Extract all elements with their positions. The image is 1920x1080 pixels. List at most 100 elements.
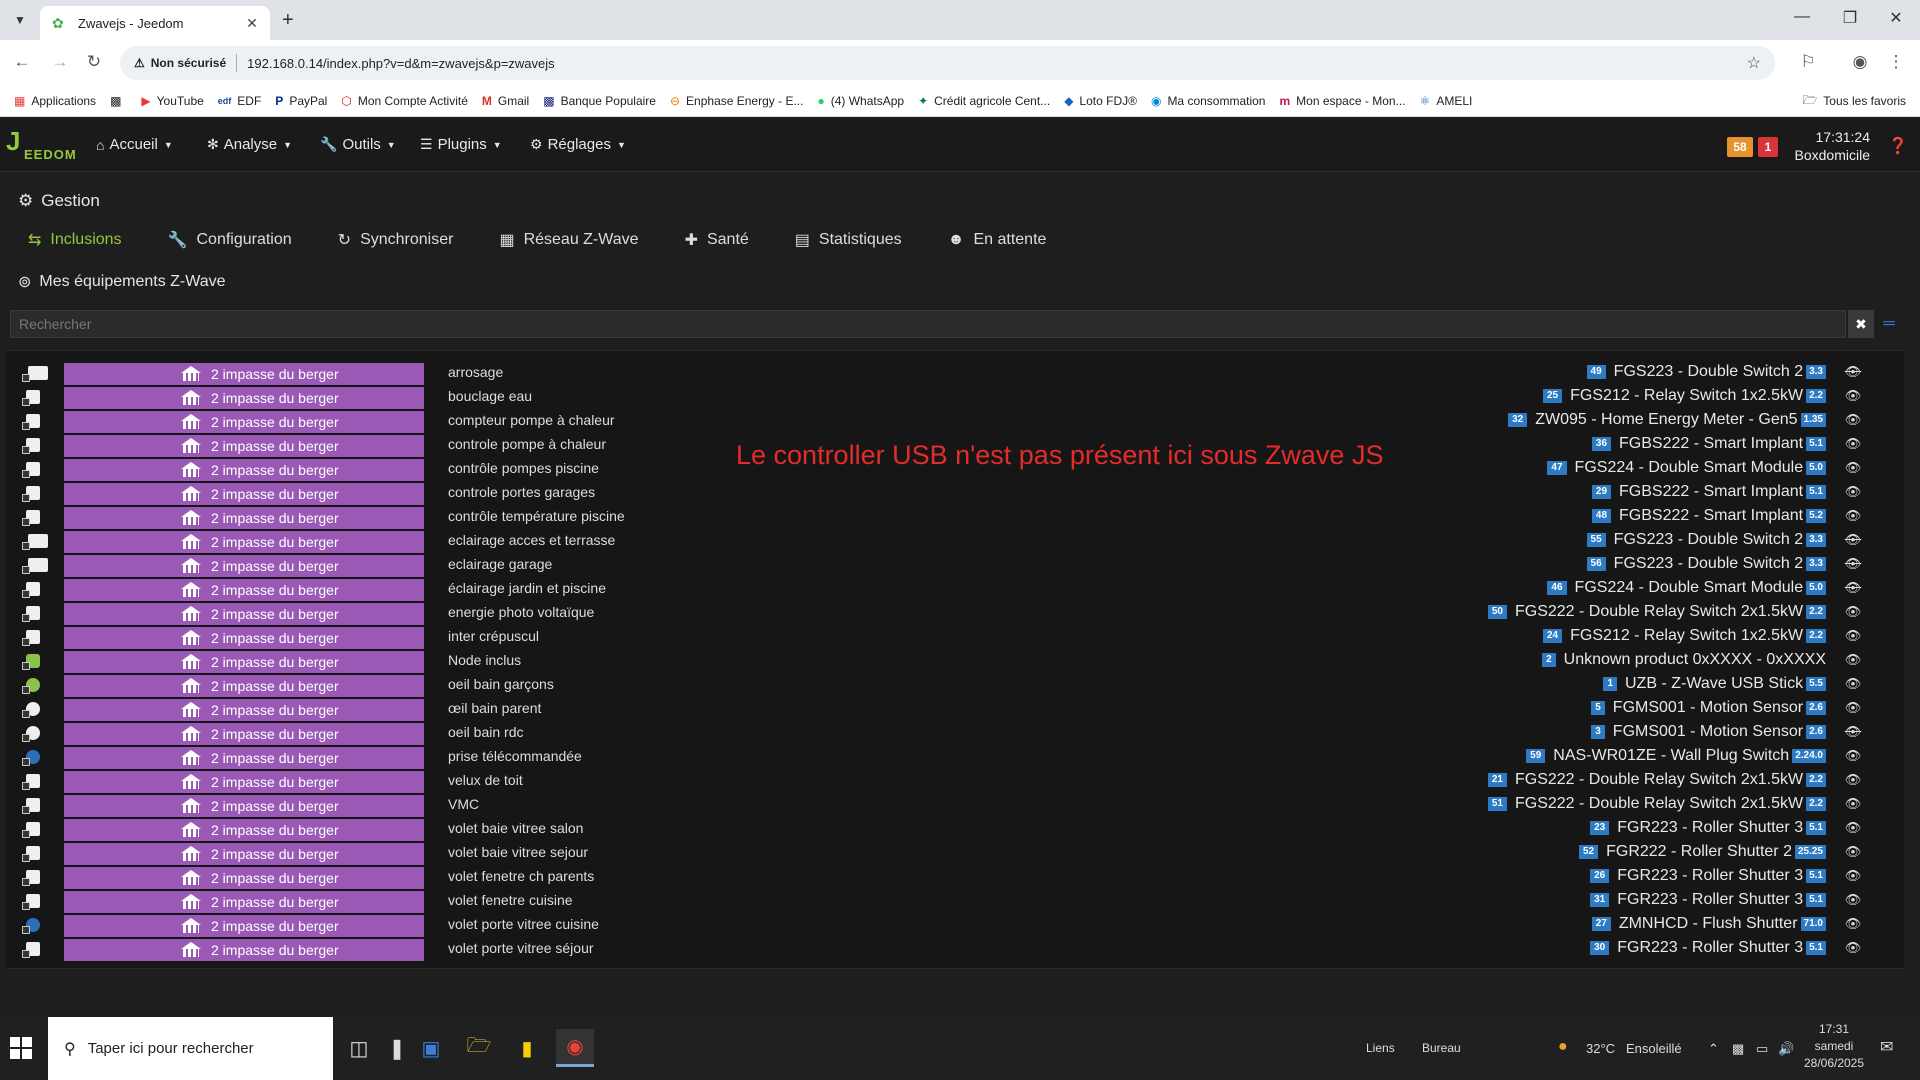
sticky-notes-icon[interactable]: ▮ [508, 1029, 546, 1067]
object-label[interactable]: 2 impasse du berger [64, 411, 424, 433]
device-row[interactable]: 2 impasse du berger VMC 51 FGS222 - Double … [6, 794, 1904, 818]
bookmark-banque-populaire[interactable]: ▩ Banque Populaire [543, 94, 656, 108]
bookmark-activity[interactable]: ⬡ Mon Compte Activité [341, 94, 468, 108]
object-label[interactable]: 2 impasse du berger [64, 651, 424, 673]
profile-avatar[interactable]: ◉ [1848, 50, 1872, 74]
device-row[interactable]: 2 impasse du berger compteur pompe à chal… [6, 410, 1904, 434]
device-row[interactable]: 2 impasse du berger volet fenetre cuisine… [6, 890, 1904, 914]
object-label[interactable]: 2 impasse du berger [64, 723, 424, 745]
device-row[interactable]: 2 impasse du berger arrosage 49 FGS223 - Do… [6, 362, 1904, 386]
eye-icon[interactable]: 👁 [1844, 604, 1862, 620]
display-icon[interactable]: ▭ [1756, 1041, 1768, 1057]
device-row[interactable]: 2 impasse du berger œil bain parent 5 FGMS0… [6, 698, 1904, 722]
eye-slash-icon[interactable]: 👁 [1844, 364, 1862, 380]
taskbar-links[interactable]: Liens [1366, 1041, 1395, 1055]
object-label[interactable]: 2 impasse du berger [64, 627, 424, 649]
menu-reglages[interactable]: ⚙ Réglages ▼ [530, 136, 626, 153]
eye-slash-icon[interactable]: 👁 [1844, 532, 1862, 548]
forward-icon[interactable]: → [48, 50, 72, 74]
tab-sante[interactable]: ✚ Santé [685, 230, 749, 250]
weather-text[interactable]: Ensoleillé [1626, 1041, 1682, 1056]
eye-icon[interactable]: 👁 [1844, 508, 1862, 524]
eye-icon[interactable]: 👁 [1844, 916, 1862, 932]
message-count-badge[interactable]: 58 [1727, 137, 1753, 157]
eye-icon[interactable]: 👁 [1844, 388, 1862, 404]
bookmark-credit-agricole[interactable]: ✦ Crédit agricole Cent... [918, 94, 1050, 108]
device-row[interactable]: 2 impasse du berger volet baie vitree sej… [6, 842, 1904, 866]
jeedom-logo[interactable]: J EEDOM [6, 126, 76, 164]
object-label[interactable]: 2 impasse du berger [64, 843, 424, 865]
device-row[interactable]: 2 impasse du berger volet baie vitree sal… [6, 818, 1904, 842]
security-label[interactable]: Non sécurisé [151, 56, 226, 70]
device-row[interactable]: 2 impasse du berger energie photo voltaïq… [6, 602, 1904, 626]
bookmark-star-icon[interactable]: ☆ [1747, 53, 1761, 73]
bookmark-edf[interactable]: edf EDF [218, 94, 262, 108]
device-name[interactable]: eclairage acces et terrasse [448, 532, 615, 548]
device-name[interactable]: éclairage jardin et piscine [448, 580, 606, 596]
eye-icon[interactable]: 👁 [1844, 412, 1862, 428]
tab-statistiques[interactable]: ▤ Statistiques [795, 230, 902, 250]
bookmark-enphase[interactable]: ⊖ Enphase Energy - E... [670, 94, 803, 108]
search-input[interactable] [11, 311, 1845, 337]
eye-icon[interactable]: 👁 [1844, 700, 1862, 716]
device-row[interactable]: 2 impasse du berger inter crépuscul 24 FGS2… [6, 626, 1904, 650]
eye-icon[interactable]: 👁 [1844, 460, 1862, 476]
eye-icon[interactable]: 👁 [1844, 772, 1862, 788]
device-name[interactable]: controle pompe à chaleur [448, 436, 606, 452]
reload-icon[interactable]: ↻ [82, 50, 106, 74]
tab-reseau[interactable]: ▦ Réseau Z-Wave [499, 230, 638, 250]
clear-search-icon[interactable]: ✖ [1848, 310, 1874, 338]
task-view-icon[interactable]: ◫ [340, 1029, 378, 1067]
chrome-menu-icon[interactable]: ⋮ [1884, 50, 1908, 74]
object-label[interactable]: 2 impasse du berger [64, 939, 424, 961]
restore-icon[interactable]: ❐ [1830, 8, 1870, 28]
device-row[interactable]: 2 impasse du berger velux de toit 21 FGS222… [6, 770, 1904, 794]
menu-plugins[interactable]: ☰ Plugins ▼ [420, 136, 502, 153]
device-name[interactable]: VMC [448, 796, 479, 812]
object-label[interactable]: 2 impasse du berger [64, 579, 424, 601]
object-label[interactable]: 2 impasse du berger [64, 867, 424, 889]
all-favorites[interactable]: 🗁 Tous les favoris [1802, 91, 1906, 112]
app-icon[interactable]: ▣ [412, 1029, 450, 1067]
eye-icon[interactable]: 👁 [1844, 796, 1862, 812]
object-label[interactable]: 2 impasse du berger [64, 819, 424, 841]
url-text[interactable]: 192.168.0.14/index.php?v=d&m=zwavejs&p=z… [247, 56, 555, 71]
bookmark-fdj[interactable]: ◆ Loto FDJ® [1064, 94, 1137, 108]
device-row[interactable]: 2 impasse du berger éclairage jardin et p… [6, 578, 1904, 602]
eye-slash-icon[interactable]: 👁 [1844, 580, 1862, 596]
device-name[interactable]: bouclage eau [448, 388, 532, 404]
close-window-icon[interactable]: ✕ [1876, 8, 1916, 28]
device-name[interactable]: prise télécommandée [448, 748, 582, 764]
eye-icon[interactable]: 👁 [1844, 820, 1862, 836]
display-toggle-icon[interactable]: ═ [1876, 310, 1902, 338]
device-name[interactable]: oeil bain rdc [448, 724, 524, 740]
tab-synchroniser[interactable]: ↻ Synchroniser [338, 230, 454, 250]
eye-icon[interactable]: 👁 [1844, 628, 1862, 644]
eye-icon[interactable]: 👁 [1844, 748, 1862, 764]
object-label[interactable]: 2 impasse du berger [64, 891, 424, 913]
device-row[interactable]: 2 impasse du berger bouclage eau 25 FGS212 … [6, 386, 1904, 410]
device-row[interactable]: 2 impasse du berger volet fenetre ch pare… [6, 866, 1904, 890]
temperature[interactable]: 32°C [1586, 1041, 1615, 1056]
eye-icon[interactable]: 👁 [1844, 844, 1862, 860]
device-name[interactable]: contrôle température piscine [448, 508, 625, 524]
network-icon[interactable]: ▩ [1732, 1041, 1744, 1057]
device-name[interactable]: volet porte vitree séjour [448, 940, 594, 956]
eye-icon[interactable]: 👁 [1844, 676, 1862, 692]
device-name[interactable]: energie photo voltaïque [448, 604, 594, 620]
device-name[interactable]: volet porte vitree cuisine [448, 916, 599, 932]
object-label[interactable]: 2 impasse du berger [64, 531, 424, 553]
bookmark-paypal[interactable]: P PayPal [275, 94, 327, 108]
eye-icon[interactable]: 👁 [1844, 940, 1862, 956]
chrome-icon[interactable]: ◉ [556, 1029, 594, 1067]
object-label[interactable]: 2 impasse du berger [64, 915, 424, 937]
device-row[interactable]: 2 impasse du berger oeil bain garçons 1 UZB… [6, 674, 1904, 698]
device-row[interactable]: 2 impasse du berger Node inclus 2 Unknown p… [6, 650, 1904, 674]
object-label[interactable]: 2 impasse du berger [64, 795, 424, 817]
bookmark-mon-espace[interactable]: m Mon espace - Mon... [1279, 94, 1405, 108]
close-tab-icon[interactable]: ✕ [242, 15, 262, 32]
tray-chevron-icon[interactable]: ⌃ [1708, 1041, 1719, 1057]
notifications-icon[interactable]: ✉ [1880, 1037, 1893, 1057]
device-name[interactable]: contrôle pompes piscine [448, 460, 599, 476]
extensions-icon[interactable]: ⚐ [1796, 50, 1820, 74]
